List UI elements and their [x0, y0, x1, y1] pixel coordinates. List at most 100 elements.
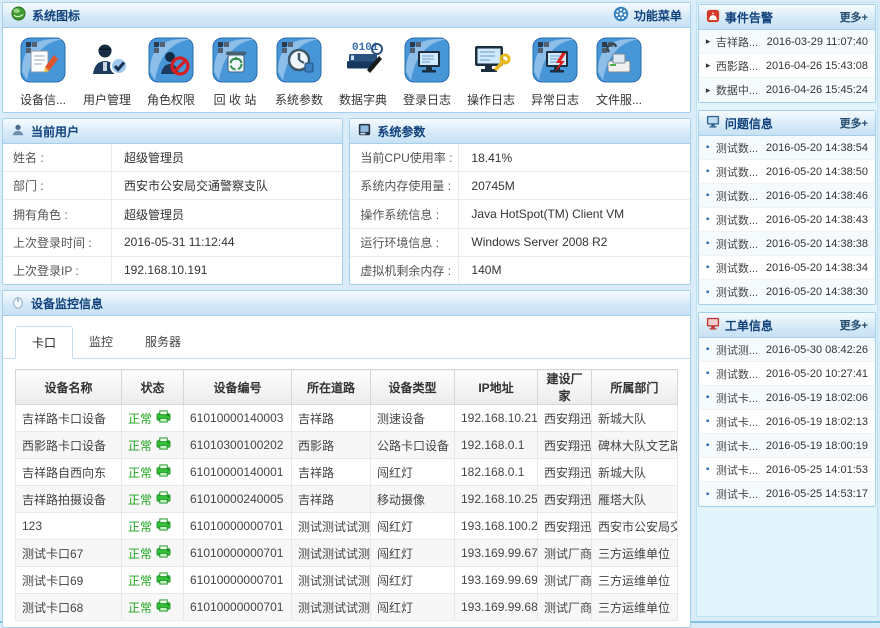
toolbar-icon-label: 文件服... — [596, 91, 642, 108]
cell-vendor: 西安翔迅 — [538, 459, 592, 486]
printer-icon — [156, 545, 171, 561]
cell-code: 61010000000701 — [184, 540, 292, 567]
cell-type: 闯红灯 — [371, 513, 455, 540]
table-row[interactable]: 吉祥路卡口设备正常61010000140003吉祥路测速设备192.168.10… — [16, 405, 678, 432]
problems-panel: 问题信息更多+▪测试数...2016-05-20 14:38:54▪测试数...… — [698, 110, 876, 305]
field-value: 超级管理员 — [111, 200, 342, 227]
panel-title: 系统图标 — [32, 7, 80, 24]
tab-卡口[interactable]: 卡口 — [15, 326, 73, 359]
problems-item[interactable]: ▪测试数...2016-05-20 14:38:30 — [699, 280, 875, 304]
system-params-panel: 系统参数 当前CPU使用率 :18.41%系统内存使用量 :20745M操作系统… — [349, 118, 690, 285]
cell-code: 61010000140003 — [184, 405, 292, 432]
workorders-item[interactable]: ▪测试卡...2016-05-19 18:02:13 — [699, 410, 875, 434]
item-date: 2016-05-20 14:38:54 — [766, 142, 868, 154]
table-row[interactable]: 西影路卡口设备正常61010300100202西影路公路卡口设备192.168.… — [16, 432, 678, 459]
more-link[interactable]: 更多+ — [840, 115, 868, 131]
more-link[interactable]: 更多+ — [840, 317, 868, 333]
status-badge: 正常 — [128, 491, 171, 508]
problems-item[interactable]: ▪测试数...2016-05-20 14:38:43 — [699, 208, 875, 232]
item-date: 2016-05-19 18:02:06 — [766, 392, 868, 404]
panel-title: 系统参数 — [377, 123, 425, 140]
workorders-item[interactable]: ▪测试数...2016-05-20 10:27:41 — [699, 362, 875, 386]
field-label: 姓名 : — [3, 149, 111, 166]
cell-status: 正常 — [122, 513, 184, 540]
toolbar-icon-login-log[interactable]: 登录日志 — [395, 36, 459, 108]
workorders-item[interactable]: ▪测试卡...2016-05-19 18:00:19 — [699, 434, 875, 458]
table-row[interactable]: 吉祥路拍摄设备正常61010000240005吉祥路移动摄像192.168.10… — [16, 486, 678, 513]
toolbar-icon-user-manage[interactable]: 用户管理 — [75, 36, 139, 108]
toolbar-icon-sys-param[interactable]: 系统参数 — [267, 36, 331, 108]
item-title: 测试卡... — [716, 438, 766, 454]
problems-item[interactable]: ▪测试数...2016-05-20 14:38:54 — [699, 136, 875, 160]
item-date: 2016-05-20 14:38:30 — [766, 286, 868, 298]
current-user-panel: 当前用户 姓名 :超级管理员部门 :西安市公安局交通警察支队拥有角色 :超级管理… — [2, 118, 343, 285]
toolbar-icon-device-info[interactable]: 设备信... — [11, 36, 75, 108]
cell-dept: 雁塔大队 — [592, 486, 678, 513]
mouse-icon — [11, 295, 25, 312]
toolbar-icons-row: 设备信... 用户管理角色权限回 收 站系统参数0101数据字典登录日志操作日志异… — [3, 28, 690, 112]
problems-item[interactable]: ▪测试数...2016-05-20 14:38:50 — [699, 160, 875, 184]
column-header: 设备编号 — [184, 370, 292, 405]
item-title: 测试数... — [716, 212, 766, 228]
tab-监控[interactable]: 监控 — [73, 326, 129, 358]
cell-dept: 三方运维单位 — [592, 594, 678, 621]
printer-icon — [156, 599, 171, 615]
field-row: 操作系统信息 :Java HotSpot(TM) Client VM — [350, 200, 689, 228]
problems-item[interactable]: ▪测试数...2016-05-20 14:38:34 — [699, 256, 875, 280]
cell-code: 61010000240005 — [184, 486, 292, 513]
cell-status: 正常 — [122, 459, 184, 486]
device-info-icon — [19, 36, 67, 87]
item-date: 2016-05-20 14:38:38 — [766, 238, 868, 250]
field-row: 当前CPU使用率 :18.41% — [350, 144, 689, 172]
toolbar-icon-file-server[interactable]: 文件服... — [587, 36, 651, 108]
column-header: 状态 — [122, 370, 184, 405]
toolbar-icon-recycle-bin[interactable]: 回 收 站 — [203, 36, 267, 108]
table-row[interactable]: 测试卡口67正常61010000000701测试测试试测试1测闯红灯193.16… — [16, 540, 678, 567]
table-row[interactable]: 测试卡口69正常61010000000701测试测试试测试1测闯红灯193.16… — [16, 567, 678, 594]
toolbar-icon-op-log[interactable]: 操作日志 — [459, 36, 523, 108]
status-badge: 正常 — [128, 410, 171, 427]
alerts-item[interactable]: ▸数据中...2016-04-26 15:45:24 — [699, 78, 875, 102]
login-log-icon — [403, 36, 451, 87]
item-date: 2016-05-20 14:38:46 — [766, 190, 868, 202]
user-icon — [11, 123, 25, 140]
toolbar-icon-label: 回 收 站 — [214, 91, 257, 108]
problems-item[interactable]: ▪测试数...2016-05-20 14:38:38 — [699, 232, 875, 256]
function-menu-button[interactable]: 功能菜单 — [613, 6, 682, 25]
problems-item[interactable]: ▪测试数...2016-05-20 14:38:46 — [699, 184, 875, 208]
tab-服务器[interactable]: 服务器 — [129, 326, 197, 358]
cell-vendor: 测试厂商 — [538, 567, 592, 594]
toolbar-icon-label: 用户管理 — [83, 91, 131, 108]
table-row[interactable]: 吉祥路自西向东正常61010000140001吉祥路闯红灯182.168.0.1… — [16, 459, 678, 486]
bullet-icon: ▸ — [706, 60, 716, 71]
workorders-item[interactable]: ▪测试卡...2016-05-25 14:53:17 — [699, 482, 875, 506]
table-row[interactable]: 123正常61010000000701测试测试试测试1测闯红灯193.168.1… — [16, 513, 678, 540]
cell-type: 公路卡口设备 — [371, 432, 455, 459]
cell-status: 正常 — [122, 594, 184, 621]
cell-type: 闯红灯 — [371, 567, 455, 594]
cell-code: 61010000140001 — [184, 459, 292, 486]
panel-title: 当前用户 — [31, 123, 79, 140]
workorders-item[interactable]: ▪测试测...2016-05-30 08:42:26 — [699, 338, 875, 362]
device-tabs: 卡口监控服务器 — [3, 316, 690, 359]
alerts-item[interactable]: ▸吉祥路...2016-03-29 11:07:40 — [699, 30, 875, 54]
cell-name: 西影路卡口设备 — [16, 432, 122, 459]
table-row[interactable]: 测试卡口68正常61010000000701测试测试试测试1测闯红灯193.16… — [16, 594, 678, 621]
current-user-fields: 姓名 :超级管理员部门 :西安市公安局交通警察支队拥有角色 :超级管理员上次登录… — [3, 144, 342, 284]
more-link[interactable]: 更多+ — [840, 9, 868, 25]
status-badge: 正常 — [128, 518, 171, 535]
cell-dept: 三方运维单位 — [592, 567, 678, 594]
toolbar-icon-role-perm[interactable]: 角色权限 — [139, 36, 203, 108]
bullet-icon: ▸ — [706, 85, 716, 96]
system-params-header: 系统参数 — [350, 119, 689, 144]
workorders-item[interactable]: ▪测试卡...2016-05-19 18:02:06 — [699, 386, 875, 410]
current-user-header: 当前用户 — [3, 119, 342, 144]
device-table: 设备名称状态设备编号所在道路设备类型IP地址建设厂家所属部门吉祥路卡口设备正常6… — [15, 369, 678, 621]
alerts-item[interactable]: ▸西影路...2016-04-26 15:43:08 — [699, 54, 875, 78]
monitor-dark-icon — [358, 123, 371, 139]
workorders-item[interactable]: ▪测试卡...2016-05-25 14:01:53 — [699, 458, 875, 482]
field-value: 超级管理员 — [111, 144, 342, 171]
notification-sidebar: 事件告警更多+▸吉祥路...2016-03-29 11:07:40▸西影路...… — [696, 2, 878, 617]
toolbar-icon-data-dict[interactable]: 0101数据字典 — [331, 36, 395, 108]
toolbar-icon-error-log[interactable]: 异常日志 — [523, 36, 587, 108]
